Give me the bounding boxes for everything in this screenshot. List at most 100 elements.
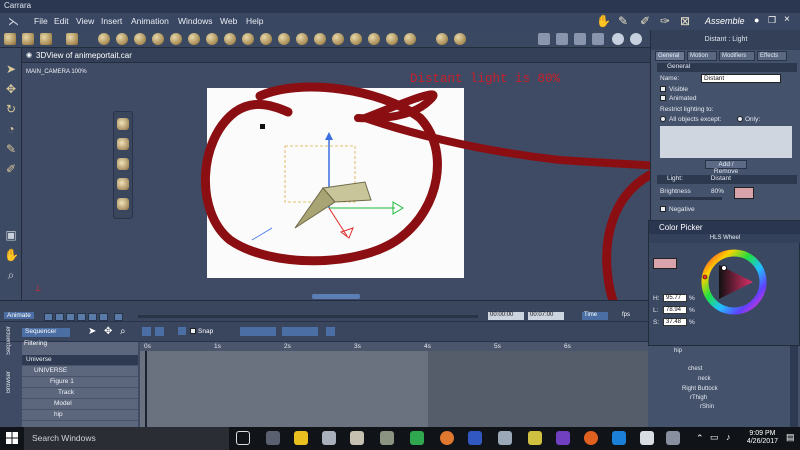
h-field[interactable]: 95.77	[663, 294, 687, 302]
track-row[interactable]: UNIVERSE	[22, 366, 138, 377]
list-item[interactable]: neck	[698, 376, 711, 382]
windows-taskbar: Search Windows ⌃ ▭ ♪ 9:09 PM 4/26/2017 ▤	[0, 427, 800, 450]
light-color-swatch[interactable]	[734, 187, 754, 199]
color-picker-title: Color Picker	[649, 221, 800, 234]
ruler-label: 2s	[284, 343, 291, 350]
fast-forward-button[interactable]	[99, 313, 108, 321]
hls-color-wheel[interactable]	[701, 249, 767, 315]
windows-start-icon[interactable]	[6, 432, 18, 444]
app-icon[interactable]	[322, 431, 336, 445]
negative-checkbox[interactable]	[660, 206, 666, 212]
l-field[interactable]: 78.94	[663, 306, 687, 314]
visible-checkbox[interactable]	[660, 86, 666, 92]
prev-frame-button[interactable]	[55, 313, 64, 321]
l-label: L:	[653, 307, 659, 314]
hand-scroll-icon[interactable]: ✥	[104, 326, 112, 337]
app-icon[interactable]	[294, 431, 308, 445]
track-area[interactable]	[140, 342, 648, 428]
light-section-bar[interactable]: Light: Distant	[657, 175, 797, 184]
app-icon[interactable]	[468, 431, 482, 445]
select-arrow-icon[interactable]: ➤	[88, 326, 96, 337]
name-field[interactable]: Distant	[701, 74, 781, 83]
object-list[interactable]	[660, 126, 792, 158]
only-radio[interactable]	[737, 116, 743, 122]
app-icon[interactable]	[556, 431, 570, 445]
ease-buttons[interactable]	[240, 327, 276, 336]
general-section-bar[interactable]: General	[657, 63, 797, 72]
zoom-timeline-icon[interactable]: ⌕	[120, 326, 126, 337]
notification-chevron-icon[interactable]: ⌃	[696, 433, 704, 444]
app-icon[interactable]	[380, 431, 394, 445]
loop-button[interactable]	[114, 313, 123, 321]
rewind-button[interactable]	[44, 313, 53, 321]
color-mode-label[interactable]: HLS Wheel	[649, 234, 800, 243]
time-unit-select[interactable]: Time	[582, 312, 608, 320]
firefox-icon[interactable]	[584, 431, 598, 445]
track-row[interactable]: hip	[22, 410, 138, 421]
tween-tool-icon[interactable]	[155, 327, 164, 336]
track-row[interactable]: Figure 1	[22, 377, 138, 388]
app-icon[interactable]	[440, 431, 454, 445]
s-label: S:	[653, 319, 660, 326]
tab-modifiers[interactable]: Modifiers	[719, 51, 755, 61]
app-icon[interactable]	[350, 431, 364, 445]
next-frame-button[interactable]	[88, 313, 97, 321]
time-start-field[interactable]: 00:00:00	[488, 312, 524, 320]
filtering-label[interactable]: Filtering	[24, 340, 47, 347]
sequencer-toolbar: Sequencer ➤ ✥ ⌕ Snap	[0, 322, 648, 342]
fps-label[interactable]: fps	[622, 312, 630, 318]
curve-button[interactable]	[326, 327, 335, 336]
edge-icon[interactable]	[612, 431, 626, 445]
app-icon[interactable]	[410, 431, 424, 445]
picker-color-swatch	[653, 258, 677, 269]
time-end-field[interactable]: 00:07:00	[528, 312, 564, 320]
ruler-label: 3s	[354, 343, 361, 350]
sequencer-select[interactable]: Sequencer	[22, 328, 70, 337]
task-view-icon[interactable]	[236, 431, 250, 445]
tab-motion[interactable]: Motion	[687, 51, 717, 61]
track-row[interactable]: Model	[22, 399, 138, 410]
time-scrubber[interactable]	[138, 315, 478, 318]
keyframe-tool-icon[interactable]	[142, 327, 151, 336]
list-item[interactable]: chest	[688, 366, 702, 372]
brightness-slider[interactable]	[660, 197, 722, 200]
add-remove-button[interactable]: Add / Remove	[705, 160, 747, 175]
clock-time: 9:09 PM	[749, 430, 776, 437]
list-item[interactable]: rThigh	[690, 395, 707, 401]
app-icon[interactable]	[666, 431, 680, 445]
h-label: H:	[653, 295, 660, 302]
animated-checkbox[interactable]	[660, 95, 666, 101]
color-picker-window: Color Picker HLS Wheel H: 95.77 % L: 78.…	[648, 220, 800, 346]
interp-buttons[interactable]	[282, 327, 318, 336]
play-button[interactable]	[77, 313, 86, 321]
s-field[interactable]: 37.48	[663, 318, 687, 326]
snap-toggle-icon[interactable]	[178, 327, 186, 335]
sequencer-side-tab[interactable]: Sequencer	[6, 326, 12, 355]
track-row[interactable]: Track	[22, 388, 138, 399]
tab-general[interactable]: General	[655, 51, 685, 61]
action-center-icon[interactable]: ▤	[786, 432, 795, 443]
network-icon[interactable]: ▭	[710, 432, 719, 443]
track-row[interactable]: Universe	[22, 355, 138, 366]
app-icon[interactable]	[266, 431, 280, 445]
time-ruler[interactable]: 0s 1s 2s 3s 4s 5s 6s	[140, 342, 648, 351]
app-icon[interactable]	[498, 431, 512, 445]
play-back-button[interactable]	[66, 313, 75, 321]
browser-side-tab[interactable]: Browser	[6, 371, 12, 393]
list-item[interactable]: hip	[674, 348, 682, 354]
volume-icon[interactable]: ♪	[726, 432, 731, 442]
current-time-marker[interactable]	[145, 351, 147, 428]
hierarchy-scrollbar[interactable]	[790, 346, 798, 427]
snap-checkbox[interactable]	[190, 328, 196, 334]
tab-effects[interactable]: Effects	[757, 51, 787, 61]
list-item[interactable]: rShin	[700, 404, 714, 410]
animate-button[interactable]: Animate	[4, 312, 34, 319]
track-list: Filtering Universe UNIVERSE Figure 1 Tra…	[22, 340, 138, 428]
system-clock[interactable]: 9:09 PM 4/26/2017	[747, 430, 778, 446]
list-item[interactable]: Right Buttock	[682, 386, 718, 392]
brightness-value: 80%	[711, 188, 725, 195]
app-icon[interactable]	[640, 431, 654, 445]
all-except-radio[interactable]	[660, 116, 666, 122]
search-input[interactable]: Search Windows	[24, 427, 229, 450]
app-icon[interactable]	[528, 431, 542, 445]
